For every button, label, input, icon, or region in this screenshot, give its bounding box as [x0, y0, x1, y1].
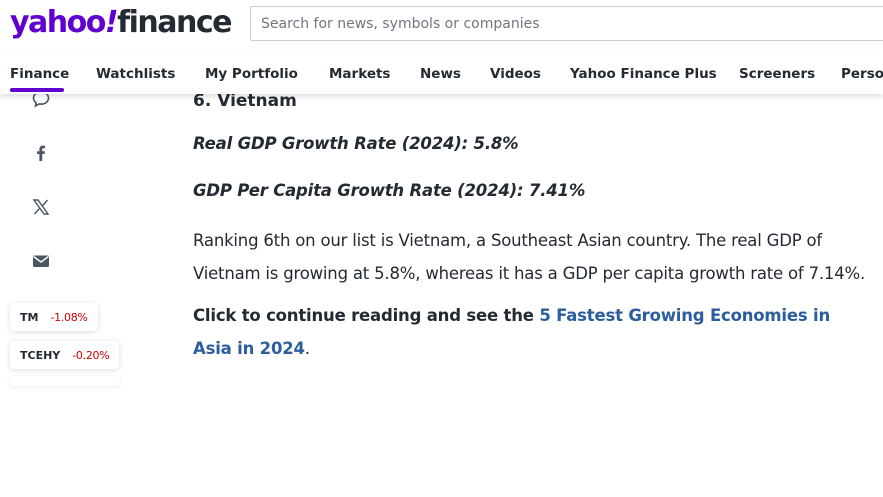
facebook-icon[interactable] — [28, 140, 54, 166]
ticker-symbol: TM — [20, 310, 39, 324]
x-icon[interactable] — [28, 194, 54, 220]
nav-item-screeners[interactable]: Screeners — [739, 66, 815, 82]
email-icon[interactable] — [28, 248, 54, 274]
yahoo-finance-logo[interactable]: yahoo!finance — [10, 4, 233, 42]
main-nav: Finance Watchlists My Portfolio Markets … — [0, 50, 883, 94]
cta-text: Click to continue reading and see the — [193, 306, 540, 325]
search-input[interactable] — [251, 7, 883, 40]
stat-gdp-per-capita-growth: GDP Per Capita Growth Rate (2024): 7.41% — [193, 181, 586, 200]
nav-item-finance[interactable]: Finance — [10, 66, 69, 82]
nav-item-watchlists[interactable]: Watchlists — [96, 66, 175, 82]
top-header: yahoo!finance — [0, 0, 883, 50]
nav-item-personal[interactable]: Perso — [841, 66, 883, 82]
active-tab-indicator — [10, 88, 64, 92]
ticker-change: -1.08% — [50, 310, 88, 324]
ticker-symbol: TCEHY — [20, 348, 61, 362]
ticker-chip-partial — [10, 376, 120, 386]
logo-yahoo-text: yahoo — [10, 5, 106, 40]
continue-reading-text: Click to continue reading and see the 5 … — [193, 299, 873, 365]
nav-item-yahoo-finance-plus[interactable]: Yahoo Finance Plus — [570, 66, 717, 82]
ticker-change: -0.20% — [72, 348, 110, 362]
article-paragraph: Ranking 6th on our list is Vietnam, a So… — [193, 231, 866, 283]
stat-real-gdp-growth: Real GDP Growth Rate (2024): 5.8% — [193, 134, 519, 153]
search-box[interactable] — [250, 6, 883, 41]
nav-item-news[interactable]: News — [420, 66, 461, 82]
ticker-chip-tcehy[interactable]: TCEHY -0.20% — [10, 341, 120, 369]
cta-period: . — [304, 339, 310, 358]
nav-item-my-portfolio[interactable]: My Portfolio — [205, 66, 298, 82]
ticker-chip-tm[interactable]: TM -1.08% — [10, 303, 98, 331]
logo-slash-text: ! — [104, 5, 119, 40]
nav-item-markets[interactable]: Markets — [329, 66, 390, 82]
section-heading: 6. Vietnam — [193, 91, 297, 111]
logo-finance-text: finance — [117, 5, 232, 40]
nav-item-videos[interactable]: Videos — [490, 66, 541, 82]
